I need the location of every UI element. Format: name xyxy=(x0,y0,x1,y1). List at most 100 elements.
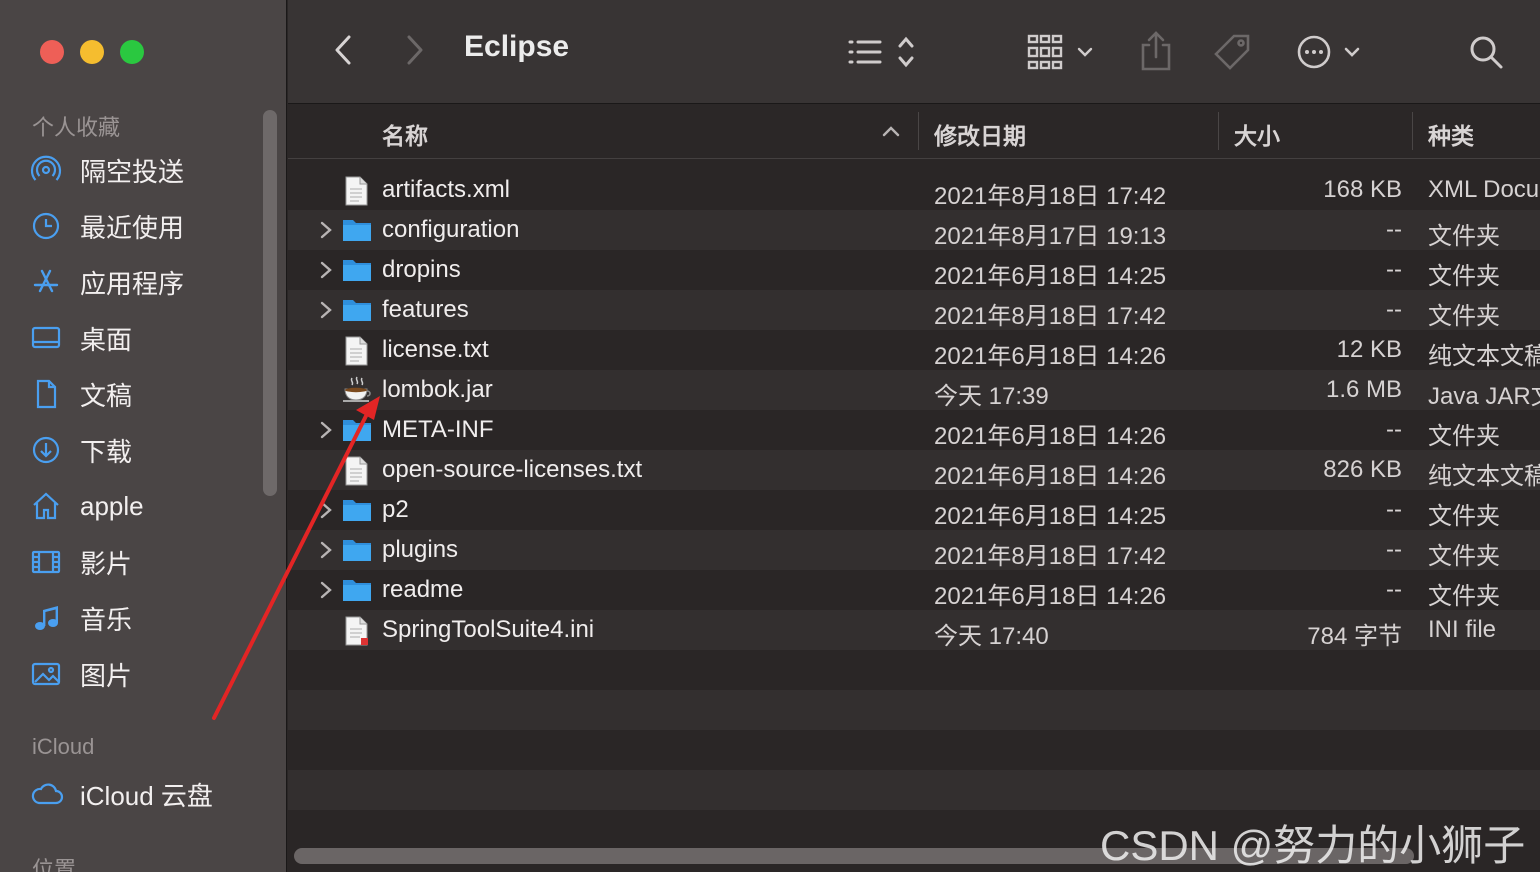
tag-icon xyxy=(1214,34,1250,70)
file-kind: 纯文本文稿 xyxy=(1428,463,1540,490)
file-size: 12 KB xyxy=(1336,336,1402,363)
file-size: -- xyxy=(1386,296,1402,323)
table-row[interactable]: SpringToolSuite4.ini 今天 17:40 784 字节 INI… xyxy=(288,610,1540,650)
sidebar-item-icloud-drive[interactable]: iCloud 云盘 xyxy=(30,772,260,816)
table-row[interactable]: readme 2021年6月18日 14:26 -- 文件夹 xyxy=(288,570,1540,610)
sidebar-item-movies[interactable]: 影片 xyxy=(30,540,260,584)
tag-button[interactable] xyxy=(1212,30,1252,74)
disclosure-triangle[interactable] xyxy=(316,298,336,322)
file-kind: 文件夹 xyxy=(1428,223,1500,250)
sidebar-item-desktop[interactable]: 桌面 xyxy=(30,316,260,360)
table-row[interactable]: features 2021年8月18日 17:42 -- 文件夹 xyxy=(288,290,1540,330)
file-date: 2021年8月18日 17:42 xyxy=(934,183,1167,210)
minimize-window-button[interactable] xyxy=(80,40,104,64)
sidebar-item-downloads[interactable]: 下载 xyxy=(30,428,260,472)
finder-window: 个人收藏 隔空投送 最近使用 应用程序 桌面 文稿 下载 apple 影片 音乐… xyxy=(0,0,1540,872)
file-kind: XML Docu xyxy=(1428,176,1540,203)
sidebar-item-label: 最近使用 xyxy=(80,212,185,243)
photo-icon xyxy=(30,658,70,690)
list-view-button[interactable] xyxy=(844,30,920,74)
table-row[interactable]: dropins 2021年6月18日 14:25 -- 文件夹 xyxy=(288,250,1540,290)
desktop-icon xyxy=(30,322,70,354)
column-divider[interactable] xyxy=(918,112,919,150)
file-name: META-INF xyxy=(382,416,494,443)
java-jar-icon xyxy=(342,376,371,404)
sidebar-item-recents[interactable]: 最近使用 xyxy=(30,204,260,248)
column-header-size[interactable]: 大小 xyxy=(1234,117,1280,151)
file-kind: 纯文本文稿 xyxy=(1428,343,1540,370)
chevron-left-icon xyxy=(335,35,351,65)
document-icon xyxy=(30,378,70,410)
file-size: -- xyxy=(1386,216,1402,243)
forward-button[interactable] xyxy=(396,30,432,70)
chevron-right-icon xyxy=(320,421,332,439)
file-kind: Java JAR文 xyxy=(1428,383,1540,410)
sidebar-item-label: 应用程序 xyxy=(80,268,185,299)
file-size: 168 KB xyxy=(1323,176,1402,203)
folder-icon xyxy=(342,496,371,524)
film-icon xyxy=(30,546,70,578)
file-kind: 文件夹 xyxy=(1428,543,1500,570)
table-row[interactable]: license.txt 2021年6月18日 14:26 12 KB 纯文本文稿 xyxy=(288,330,1540,370)
airdrop-icon xyxy=(30,154,70,186)
chevron-right-icon xyxy=(407,35,423,65)
sidebar-scrollbar[interactable] xyxy=(263,110,277,496)
home-icon xyxy=(30,490,70,522)
sidebar-item-airdrop[interactable]: 隔空投送 xyxy=(30,148,260,192)
column-header-date[interactable]: 修改日期 xyxy=(934,117,1026,151)
disclosure-triangle[interactable] xyxy=(316,218,336,242)
toolbar: Eclipse xyxy=(288,0,1540,104)
search-button[interactable] xyxy=(1464,30,1508,74)
file-name: readme xyxy=(382,576,464,603)
document-file-icon xyxy=(342,456,370,486)
sidebar-item-music[interactable]: 音乐 xyxy=(30,596,260,640)
search-icon xyxy=(1470,36,1503,69)
column-divider[interactable] xyxy=(1412,112,1413,150)
disclosure-triangle[interactable] xyxy=(316,538,336,562)
zoom-window-button[interactable] xyxy=(120,40,144,64)
sidebar-item-documents[interactable]: 文稿 xyxy=(30,372,260,416)
file-size: 1.6 MB xyxy=(1325,376,1402,403)
sidebar-item-applications[interactable]: 应用程序 xyxy=(30,260,260,304)
chevron-right-icon xyxy=(320,221,332,239)
table-row[interactable]: META-INF 2021年6月18日 14:26 -- 文件夹 xyxy=(288,410,1540,450)
group-view-button[interactable] xyxy=(1024,30,1100,74)
table-row[interactable]: lombok.jar 今天 17:39 1.6 MB Java JAR文 xyxy=(288,370,1540,410)
more-actions-button[interactable] xyxy=(1294,30,1366,74)
sidebar-item-label: iCloud 云盘 xyxy=(80,780,213,811)
sidebar-item-home[interactable]: apple xyxy=(30,484,260,528)
disclosure-triangle[interactable] xyxy=(316,418,336,442)
sidebar-item-label: 影片 xyxy=(80,548,133,579)
share-button[interactable] xyxy=(1138,28,1174,74)
file-name: plugins xyxy=(382,536,459,563)
folder-icon xyxy=(342,416,371,444)
empty-row xyxy=(288,730,1540,770)
file-size: -- xyxy=(1386,536,1402,563)
column-header-name[interactable]: 名称 xyxy=(382,117,428,151)
table-row[interactable]: open-source-licenses.txt 2021年6月18日 14:2… xyxy=(288,450,1540,490)
table-row[interactable]: artifacts.xml 2021年8月18日 17:42 168 KB XM… xyxy=(288,170,1540,210)
sidebar-item-pictures[interactable]: 图片 xyxy=(30,652,260,696)
table-row[interactable]: plugins 2021年8月18日 17:42 -- 文件夹 xyxy=(288,530,1540,570)
close-window-button[interactable] xyxy=(40,40,64,64)
music-icon xyxy=(30,602,70,634)
column-header: 名称 修改日期 大小 种类 xyxy=(288,104,1540,159)
table-row[interactable]: p2 2021年6月18日 14:25 -- 文件夹 xyxy=(288,490,1540,530)
sidebar-item-label: 桌面 xyxy=(80,324,133,355)
disclosure-triangle[interactable] xyxy=(316,578,336,602)
table-row[interactable]: configuration 2021年8月17日 19:13 -- 文件夹 xyxy=(288,210,1540,250)
back-button[interactable] xyxy=(326,30,362,70)
disclosure-triangle[interactable] xyxy=(316,498,336,522)
file-name: configuration xyxy=(382,216,520,243)
document-file-icon xyxy=(342,336,370,366)
applications-icon xyxy=(30,266,70,298)
file-size: -- xyxy=(1386,576,1402,603)
file-kind: 文件夹 xyxy=(1428,503,1500,530)
chevron-right-icon xyxy=(320,301,332,319)
column-header-kind[interactable]: 种类 xyxy=(1428,117,1474,151)
sidebar-item-label: 音乐 xyxy=(80,604,133,635)
folder-icon xyxy=(342,296,371,324)
column-divider[interactable] xyxy=(1218,112,1219,150)
disclosure-triangle[interactable] xyxy=(316,258,336,282)
grid-icon xyxy=(1027,34,1093,70)
